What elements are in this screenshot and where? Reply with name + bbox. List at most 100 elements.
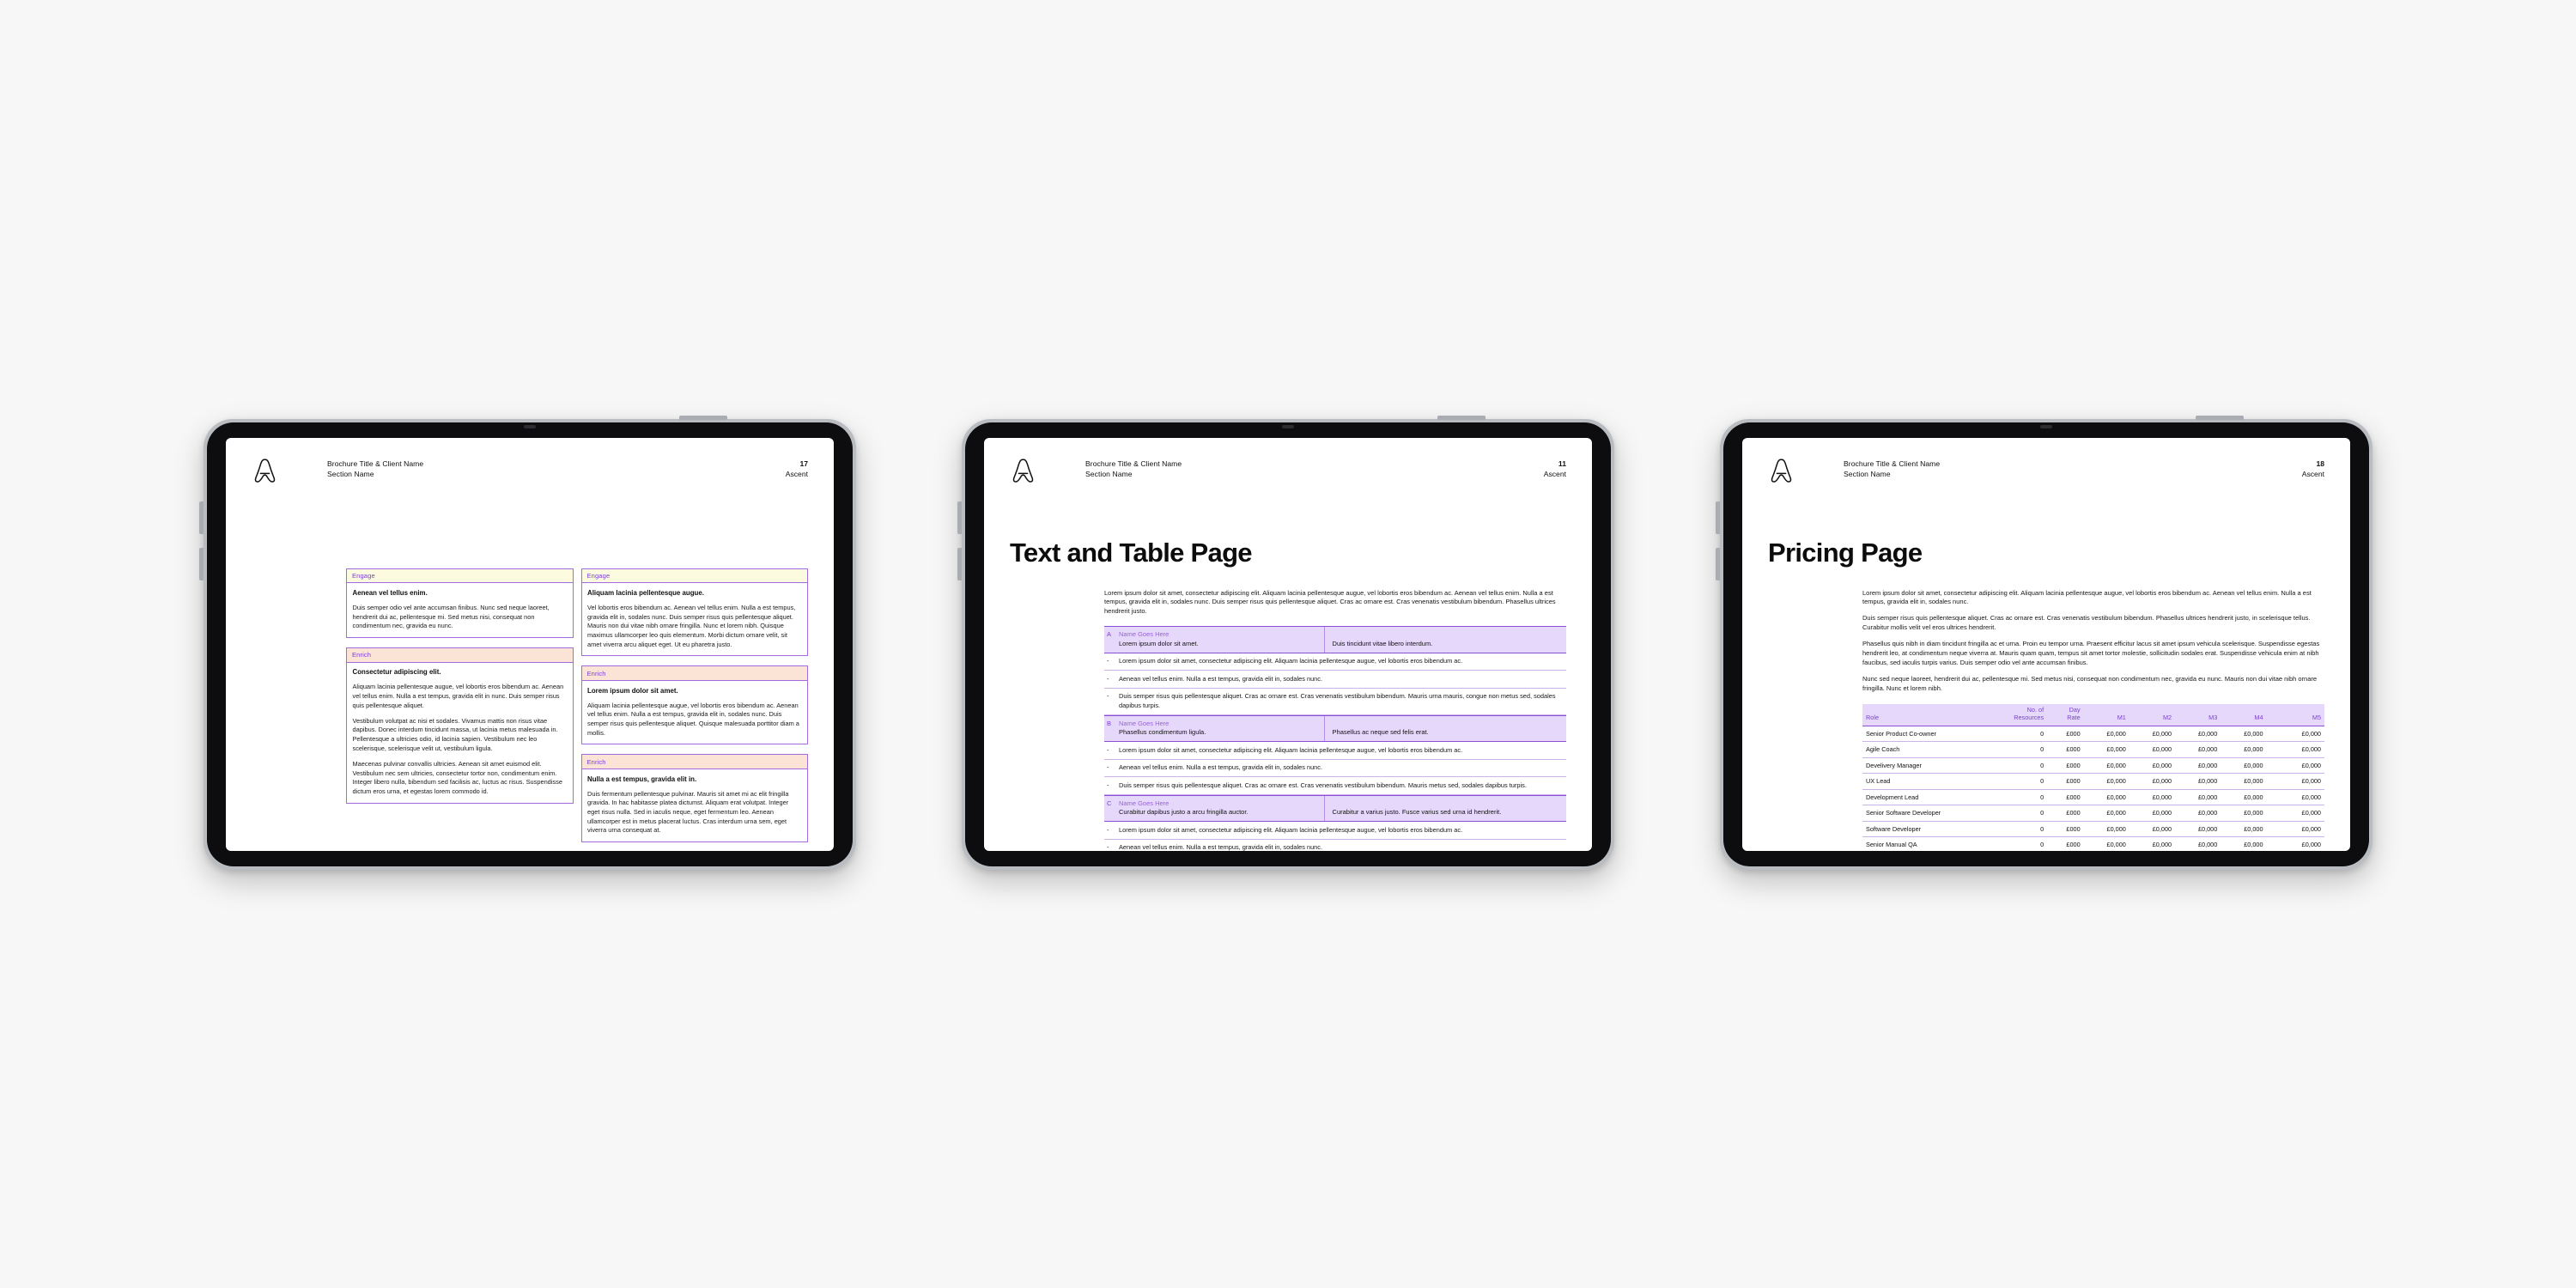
header-title-line2: Section Name: [327, 469, 374, 478]
cell-role: Senior Software Developer: [1862, 805, 1983, 822]
cell-m4: £0,000: [2221, 805, 2267, 822]
header-title-line1: Brochure Title & Client Name: [1085, 459, 1182, 468]
cell-m4: £0,000: [2221, 757, 2267, 775]
cell-m3: £0,000: [2175, 773, 2221, 790]
group-letter: A: [1107, 630, 1112, 639]
cell-m4: £0,000: [2221, 773, 2267, 790]
table-bullet-row: - Lorem ipsum dolor sit amet, consectetur…: [1104, 742, 1566, 760]
tablet-screen-3[interactable]: Brochure Title & Client Name Section Nam…: [1742, 437, 2350, 851]
card-tag-label: Enrich: [347, 647, 573, 663]
page-header: Brochure Title & Client Name Section Nam…: [1010, 458, 1566, 493]
col-resources-l1: No. of: [2026, 705, 2044, 714]
company-name: Ascent: [785, 469, 808, 478]
cell-m5: £0,000: [2266, 836, 2324, 851]
company-name: Ascent: [2301, 469, 2324, 478]
power-button[interactable]: [679, 415, 727, 420]
cell-m5: £0,000: [2266, 805, 2324, 822]
cell-m2: £0,000: [2129, 805, 2176, 822]
col-m1: M1: [2083, 703, 2129, 726]
cell-m5: £0,000: [2266, 726, 2324, 743]
col-resources: No. of Resources: [1982, 703, 2048, 726]
tablet-screen-1[interactable]: Brochure Title & Client Name Section Nam…: [226, 437, 834, 851]
cell-m1: £0,000: [2083, 805, 2129, 822]
table-bullet-row: - Aenean vel tellus enim. Nulla a est tem…: [1104, 671, 1566, 689]
bullet-dash-icon: -: [1107, 745, 1109, 754]
content-card: Enrich Nulla a est tempus, gravida elit i…: [580, 754, 808, 842]
header-title-line1: Brochure Title & Client Name: [1844, 459, 1941, 468]
card-tag-label: Engage: [347, 568, 573, 584]
cell-rate: £000: [2047, 836, 2084, 851]
col-resources-l2: Resources: [2014, 713, 2044, 721]
cell-m5: £0,000: [2266, 741, 2324, 758]
bullet-dash-icon: -: [1107, 763, 1109, 772]
bullet-dash-icon: -: [1107, 674, 1109, 683]
content-card: Engage Aenean vel tellus enim. Duis semper…: [346, 568, 574, 638]
brochure-page-17: Brochure Title & Client Name Section Nam…: [226, 438, 834, 851]
pricing-table: Role No. of Resources Day Rate M1 M2 M3 …: [1862, 703, 2324, 851]
left-column: Engage Aenean vel tellus enim. Duis semper…: [346, 568, 574, 842]
group-text: Name Goes Here Lorem ipsum dolor sit amet…: [1119, 630, 1199, 648]
col-m2: M2: [2129, 703, 2176, 726]
tablet-device-1: Brochure Title & Client Name Section Nam…: [199, 415, 856, 870]
card-paragraph: Aliquam lacinia pellentesque augue, vel …: [587, 701, 799, 737]
volume-down-button[interactable]: [957, 547, 962, 580]
header-meta: 17 Ascent: [786, 459, 808, 479]
pricing-paragraph: Phasellus quis nibh in diam tincidunt fr…: [1862, 640, 2320, 667]
bullet-text: Duis semper risus quis pellentesque aliq…: [1119, 781, 1527, 789]
cell-m1: £0,000: [2083, 821, 2129, 838]
page-number: 11: [1558, 459, 1566, 468]
table-row: Software Developer 0 £000 £0,000 £0,000 £0,00…: [1862, 821, 2324, 838]
card-body: Aenean vel tellus enim. Duis semper odio …: [347, 583, 573, 636]
pricing-paragraph: Lorem ipsum dolor sit amet, consectetur …: [1862, 588, 2312, 606]
card-heading: Nulla a est tempus, gravida elit in.: [587, 775, 697, 783]
page-title: Text and Table Page: [1010, 537, 1253, 568]
cell-rate: £000: [2047, 726, 2084, 743]
cell-m4: £0,000: [2221, 726, 2267, 743]
header-titles: Brochure Title & Client Name Section Nam…: [1085, 459, 1182, 479]
table-bullet-row: - Duis semper risus quis pellentesque ali…: [1104, 689, 1566, 715]
volume-down-button[interactable]: [199, 547, 204, 580]
cell-m1: £0,000: [2083, 741, 2129, 758]
brochure-page-18: Brochure Title & Client Name Section Nam…: [1742, 438, 2350, 851]
card-heading: Lorem ipsum dolor sit amet.: [587, 686, 678, 695]
cell-m4: £0,000: [2221, 821, 2267, 838]
cell-m2: £0,000: [2129, 789, 2176, 806]
bullet-text: Aenean vel tellus enim. Nulla a est temp…: [1119, 763, 1323, 772]
ascent-logo-icon: [1771, 458, 1792, 483]
cell-role: Agile Coach: [1862, 741, 1983, 758]
volume-up-button[interactable]: [957, 501, 962, 534]
cell-m2: £0,000: [2129, 757, 2176, 775]
volume-up-button[interactable]: [1716, 501, 1720, 534]
cell-m3: £0,000: [2175, 805, 2221, 822]
ascent-logo-icon: [254, 458, 276, 483]
page-number: 17: [799, 459, 808, 468]
cell-m1: £0,000: [2083, 757, 2129, 775]
header-title-line2: Section Name: [1085, 469, 1133, 478]
brochure-page-11: Brochure Title & Client Name Section Nam…: [984, 438, 1592, 851]
cell-resources: 0: [1982, 821, 2048, 838]
tablet-screen-2[interactable]: Brochure Title & Client Name Section Nam…: [984, 437, 1592, 851]
header-titles: Brochure Title & Client Name Section Nam…: [1844, 459, 1940, 479]
speaker-icon: [524, 424, 536, 428]
page-header: Brochure Title & Client Name Section Nam…: [1768, 458, 2324, 493]
group-right-text: Duis tincidunt vitae libero interdum.: [1323, 627, 1566, 653]
cell-m5: £0,000: [2266, 757, 2324, 775]
page-number: 18: [2316, 459, 2324, 468]
cell-m2: £0,000: [2129, 726, 2176, 743]
bullet-dash-icon: -: [1107, 843, 1109, 851]
pricing-paragraph: Duis semper risus quis pellentesque aliq…: [1862, 614, 2311, 632]
table-group-header: A Name Goes Here Lorem ipsum dolor sit ame…: [1104, 626, 1566, 653]
pricing-table-head: Role No. of Resources Day Rate M1 M2 M3 …: [1862, 703, 2324, 726]
volume-down-button[interactable]: [1716, 547, 1720, 580]
page-body: Lorem ipsum dolor sit amet, consectetur …: [1104, 589, 1566, 851]
bullet-dash-icon: -: [1107, 692, 1109, 701]
power-button[interactable]: [1437, 415, 1485, 420]
cell-resources: 0: [1982, 789, 2048, 806]
two-column-cards: Engage Aenean vel tellus enim. Duis semper…: [346, 568, 808, 842]
cell-m5: £0,000: [2266, 789, 2324, 806]
cell-role: UX Lead: [1862, 773, 1983, 790]
power-button[interactable]: [2196, 415, 2244, 420]
col-role: Role: [1862, 703, 1983, 726]
card-heading: Aenean vel tellus enim.: [352, 588, 428, 597]
volume-up-button[interactable]: [199, 501, 204, 534]
